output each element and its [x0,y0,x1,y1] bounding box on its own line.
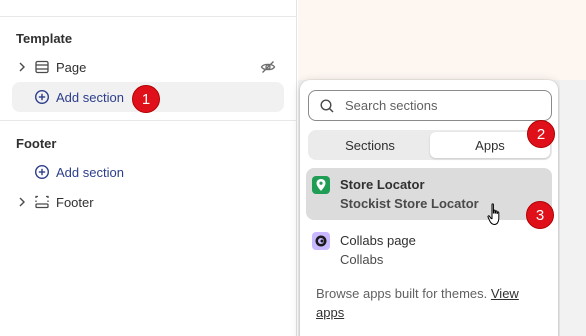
app-vendor: Stockist Store Locator [340,196,479,211]
annotation-badge-1: 1 [132,85,160,113]
plus-circle-icon [34,164,50,180]
segmented-control: Sections Apps [308,130,552,160]
footer-add-section-label: Add section [56,164,124,180]
template-heading: Template [16,31,73,46]
app-item-collabs-page[interactable]: Collabs page Collabs [306,224,552,276]
add-section-label: Add section [56,89,124,105]
footer-layout-icon [34,194,50,210]
browse-text: Browse apps built for themes. [316,286,488,301]
hand-pointer-icon [486,202,506,228]
page-label: Page [56,59,87,75]
chevron-right-icon[interactable] [16,196,28,208]
footer-heading: Footer [16,136,57,151]
plus-circle-icon [34,89,50,105]
divider [0,120,297,121]
browse-apps-text: Browse apps built for themes. View apps [316,284,546,322]
tab-sections[interactable]: Sections [310,132,430,158]
annotation-badge-3: 3 [526,201,554,229]
sidebar-item-page[interactable]: Page [12,52,284,82]
layout-icon [34,59,50,75]
search-icon [319,98,335,114]
map-pin-icon [312,176,330,194]
search-field[interactable] [308,90,552,121]
search-input[interactable] [345,98,535,113]
app-item-store-locator[interactable]: Store Locator Stockist Store Locator [306,168,552,220]
footer-label: Footer [56,194,94,210]
add-section-popover: Sections Apps Store Locator Stockist Sto… [300,80,558,336]
app-name: Collabs page [340,233,416,248]
footer-add-section-button[interactable]: Add section [12,157,284,187]
eye-off-icon[interactable] [260,59,276,75]
sidebar-item-footer[interactable]: Footer [12,187,284,217]
chevron-right-icon[interactable] [16,61,28,73]
preview-scroll-area [560,80,586,336]
app-vendor: Collabs [340,252,384,267]
annotation-badge-2: 2 [527,120,555,148]
sidebar: Template Page Add section Footer Add sec… [0,0,297,336]
collabs-icon [312,232,330,250]
app-name: Store Locator [340,177,425,192]
divider [0,16,297,17]
